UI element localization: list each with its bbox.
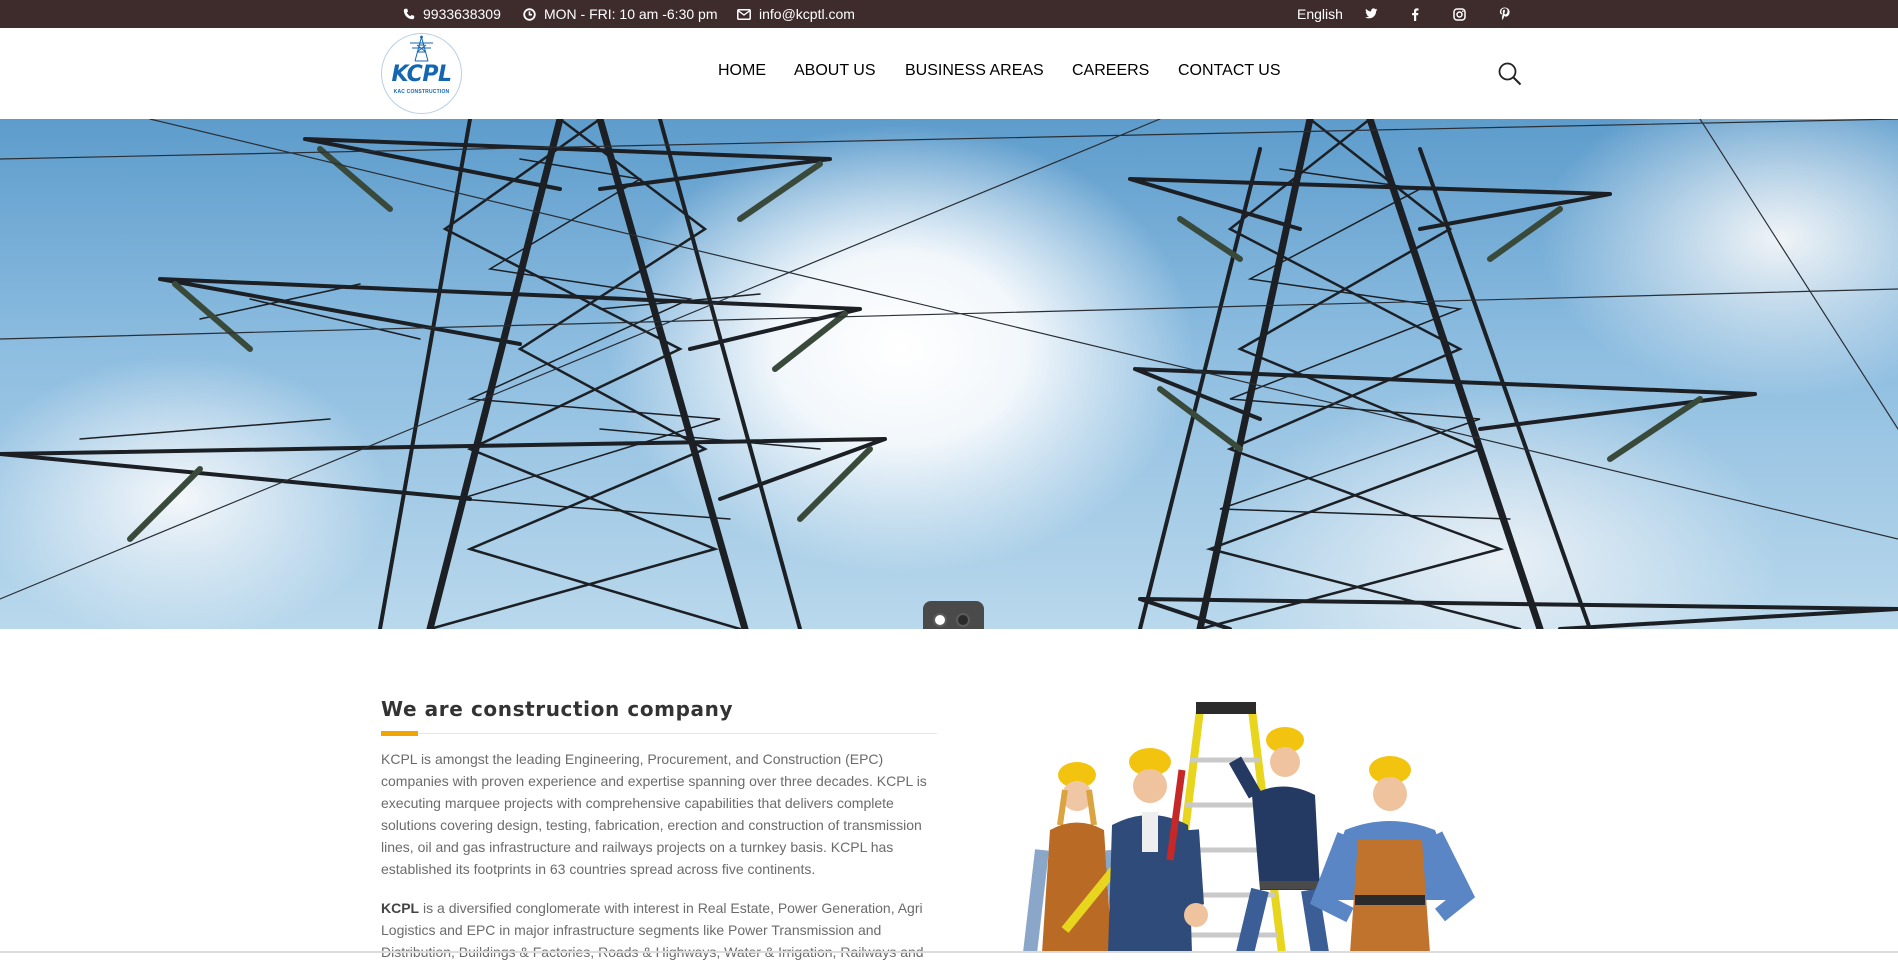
slide-dot-1[interactable] — [933, 613, 947, 627]
slider-pagination — [923, 601, 984, 629]
tower-emblem-icon — [410, 35, 433, 62]
site-header: KCPL KAC CONSTRUCTION HOME ABOUT US BUSI… — [0, 28, 1898, 119]
email-address: info@kcptl.com — [759, 6, 855, 22]
top-bar: 9933638309 MON - FRI: 10 am -6:30 pm inf… — [0, 0, 1898, 28]
language-label: English — [1297, 6, 1343, 22]
instagram-link[interactable] — [1447, 0, 1471, 28]
facebook-link[interactable] — [1403, 0, 1427, 28]
office-hours: MON - FRI: 10 am -6:30 pm — [523, 0, 717, 28]
twitter-icon — [1365, 8, 1378, 19]
pinterest-icon — [1499, 7, 1510, 20]
company-logo[interactable]: KCPL KAC CONSTRUCTION — [381, 33, 462, 114]
twitter-link[interactable] — [1359, 0, 1383, 28]
company-name-bold: KCPL — [381, 900, 420, 916]
instagram-icon — [1452, 7, 1466, 21]
nav-careers[interactable]: CAREERS — [1072, 61, 1149, 81]
pinterest-link[interactable] — [1492, 0, 1516, 28]
logo-wordmark: KCPL — [391, 62, 452, 87]
heading-divider — [381, 733, 937, 734]
nav-home[interactable]: HOME — [718, 61, 766, 81]
nav-business-areas[interactable]: BUSINESS AREAS — [905, 61, 1044, 81]
phone-icon — [403, 8, 415, 20]
facebook-icon — [1412, 7, 1419, 21]
nav-about-us[interactable]: ABOUT US — [794, 61, 876, 81]
about-paragraph-1: KCPL is amongst the leading Engineering,… — [381, 751, 927, 877]
email-contact[interactable]: info@kcptl.com — [737, 0, 855, 28]
clock-icon — [523, 7, 536, 21]
logo-subtitle: KAC CONSTRUCTION — [393, 89, 450, 95]
transmission-towers-image — [0, 119, 1898, 629]
construction-workers-image — [1023, 702, 1476, 953]
hero-slider — [0, 119, 1898, 629]
hours-text: MON - FRI: 10 am -6:30 pm — [544, 6, 718, 22]
phone-number: 9933638309 — [423, 6, 501, 22]
heading-accent-bar — [381, 731, 418, 736]
slide-dot-2[interactable] — [956, 613, 970, 627]
phone-contact[interactable]: 9933638309 — [403, 0, 501, 28]
nav-contact-us[interactable]: CONTACT US — [1178, 61, 1281, 81]
about-paragraph-2: KCPL is a diversified conglomerate with … — [381, 897, 941, 963]
search-icon — [1498, 62, 1522, 86]
about-heading: We are construction company — [381, 697, 734, 721]
envelope-icon — [737, 8, 751, 20]
language-selector[interactable]: English — [1297, 0, 1343, 28]
search-button[interactable] — [1497, 61, 1523, 87]
